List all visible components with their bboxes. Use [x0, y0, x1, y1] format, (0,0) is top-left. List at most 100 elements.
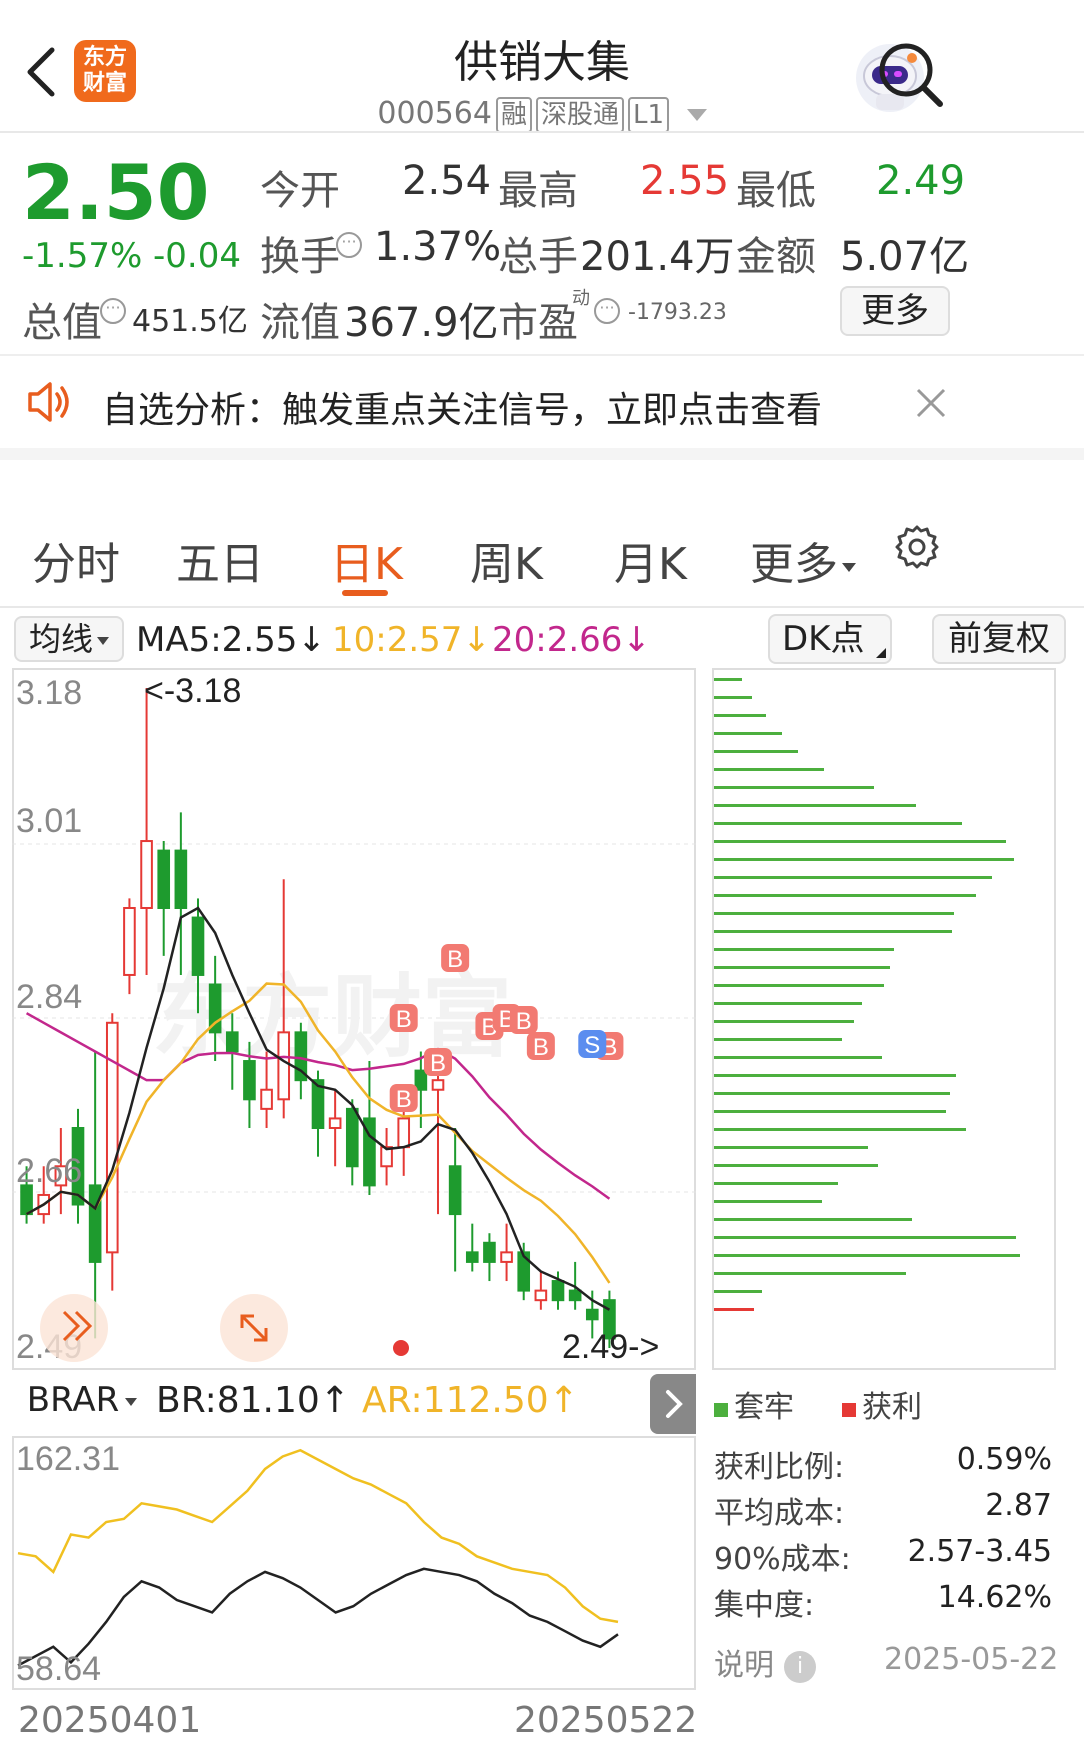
float-label: 流值	[260, 300, 340, 346]
candle-body	[585, 1308, 599, 1321]
chip-row-value: 14.62%	[937, 1580, 1052, 1615]
chip-bar	[714, 768, 824, 771]
date-start: 20250401	[18, 1700, 202, 1741]
chip-note-text: 说明	[714, 1648, 774, 1683]
tab-more[interactable]: 更多	[750, 528, 856, 592]
candle-body	[534, 1289, 548, 1302]
down-arrow-icon: ↓	[462, 620, 491, 660]
indicator-selector[interactable]: BRAR	[14, 1378, 150, 1426]
chip-bar	[714, 804, 916, 807]
ma10-text: 10:2.57	[332, 620, 463, 660]
chip-bar	[714, 1164, 878, 1167]
expand-icon[interactable]	[220, 1294, 288, 1362]
kline-chart[interactable]: 东方财富 BBBBBBBBBS 3.18 3.01 2.84 2.66 2.49…	[12, 668, 696, 1370]
legend-swatch-red	[842, 1403, 856, 1417]
info-icon: i	[784, 1650, 816, 1683]
buy-marker[interactable]: B	[389, 1004, 418, 1033]
tag-connect: 深股通	[535, 97, 624, 133]
float-value: 367.9亿	[344, 300, 499, 346]
sell-marker[interactable]: S	[578, 1030, 607, 1059]
chip-row-profit-ratio: 获利比例: 0.59%	[714, 1442, 1052, 1486]
caret-down-icon	[125, 1397, 138, 1406]
search-icon[interactable]	[876, 40, 946, 110]
tab-daily-k[interactable]: 日K	[330, 528, 403, 592]
divider	[0, 606, 1084, 608]
chip-bar	[714, 1200, 822, 1203]
chip-bar	[714, 1110, 946, 1113]
candle-body	[414, 1069, 428, 1091]
double-arrow-icon[interactable]	[40, 1294, 108, 1362]
dk-point-button[interactable]: DK点	[768, 614, 892, 664]
chip-bar	[714, 840, 1006, 843]
legend-loss-text: 套牢	[734, 1390, 794, 1425]
svg-text:S: S	[584, 1032, 600, 1059]
notice-text[interactable]: 自选分析：触发重点关注信号，立即点击查看	[102, 381, 822, 433]
candle-body	[500, 1251, 513, 1263]
svg-text:B: B	[533, 1034, 549, 1061]
chip-bar	[714, 984, 884, 987]
legend-loss: 套牢	[714, 1382, 794, 1426]
ma10-value: 10:2.57↓	[332, 620, 491, 660]
y-label-3.01: 3.01	[16, 802, 82, 840]
buy-marker[interactable]: B	[424, 1048, 452, 1077]
settings-icon[interactable]	[893, 523, 941, 571]
ar-value: AR:112.50↑	[362, 1380, 579, 1421]
chip-bar	[714, 1092, 950, 1095]
chevron-down-icon[interactable]	[686, 108, 707, 121]
info-dots-icon[interactable]: ···	[336, 232, 362, 258]
date-end: 20250522	[514, 1700, 698, 1741]
chip-bar	[714, 1182, 838, 1185]
ma-selector[interactable]: 均线	[14, 616, 124, 662]
tab-five-day[interactable]: 五日	[176, 528, 264, 592]
tab-monthly-k[interactable]: 月K	[614, 528, 687, 592]
candle-body	[243, 1060, 256, 1101]
candle-body	[260, 1088, 273, 1110]
candle-body	[277, 1031, 291, 1101]
info-dots-icon[interactable]: ···	[594, 298, 620, 324]
brar-y-bottom: 58.64	[16, 1650, 101, 1688]
buy-marker[interactable]: B	[389, 1084, 418, 1113]
close-icon[interactable]	[912, 384, 950, 422]
info-dots-icon[interactable]: ···	[100, 298, 126, 324]
tag-margin: 融	[495, 97, 532, 133]
next-indicator-button[interactable]	[650, 1374, 696, 1434]
brar-chart[interactable]: 162.31 58.64	[12, 1436, 696, 1690]
buy-marker[interactable]: B	[526, 1032, 555, 1061]
last-price: 2.50	[22, 148, 210, 237]
buy-marker[interactable]: B	[509, 1006, 538, 1035]
up-arrow-icon: ↑	[548, 1380, 579, 1421]
tab-more-label: 更多	[750, 539, 838, 590]
chip-bar	[714, 894, 976, 897]
chip-bar	[714, 678, 742, 681]
section-gap	[0, 448, 1084, 460]
caret-down-icon	[842, 562, 856, 572]
chip-bar	[714, 1056, 882, 1059]
chip-bar	[714, 750, 798, 753]
candle-body	[174, 849, 188, 909]
adjust-button[interactable]: 前复权	[932, 614, 1066, 664]
chip-bar	[714, 732, 782, 735]
caret-down-icon	[97, 637, 109, 645]
chip-row-value: 2.57-3.45	[907, 1534, 1052, 1569]
chip-row-label: 平均成本:	[714, 1496, 845, 1531]
change-pct: -1.57%	[22, 236, 143, 276]
more-quote-button[interactable]: 更多	[840, 286, 950, 336]
chip-bar	[714, 966, 890, 969]
up-arrow-icon: ↑	[319, 1380, 350, 1421]
change-value: -0.04	[153, 236, 241, 276]
candle-body	[431, 1079, 445, 1091]
buy-marker[interactable]: B	[441, 944, 470, 973]
tab-weekly-k[interactable]: 周K	[470, 528, 543, 592]
pe-value: -1793.23	[628, 300, 727, 325]
chip-bar	[714, 1146, 868, 1149]
chip-note[interactable]: 说明 i	[714, 1640, 816, 1684]
amount-label: 金额	[736, 234, 816, 280]
candle-body	[483, 1241, 496, 1263]
divider	[0, 354, 1084, 356]
chevron-right-icon	[666, 1390, 683, 1418]
tab-intraday[interactable]: 分时	[32, 528, 120, 592]
chip-row-label: 获利比例:	[714, 1450, 845, 1485]
candle-body	[448, 1165, 462, 1216]
chip-bar	[714, 822, 962, 825]
chip-row-value: 0.59%	[956, 1442, 1052, 1477]
